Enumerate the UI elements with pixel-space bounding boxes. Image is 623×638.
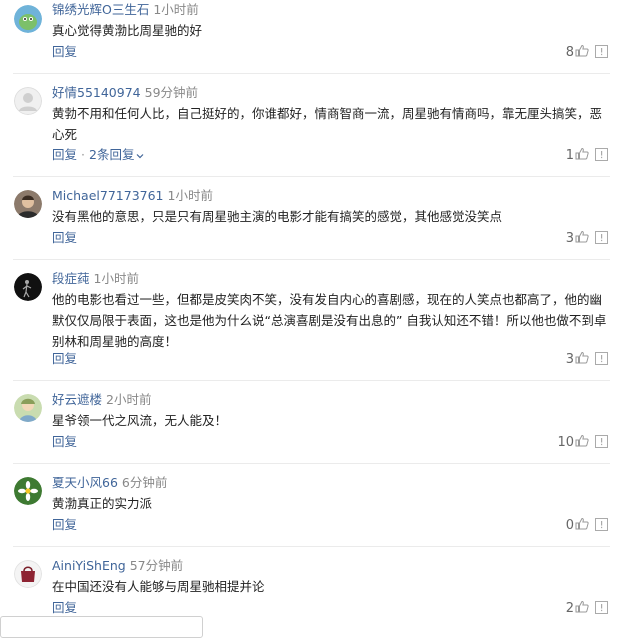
replies-count: 2条回复	[89, 147, 135, 162]
comment-actions: 回复	[52, 600, 77, 616]
avatar[interactable]	[14, 560, 42, 588]
avatar[interactable]	[14, 87, 42, 115]
like-count: 8	[565, 45, 574, 60]
divider	[13, 463, 610, 464]
expand-replies-button[interactable]: 2条回复	[89, 147, 144, 162]
like-count: 3	[565, 231, 574, 246]
like-button[interactable]: 10	[557, 434, 589, 451]
divider	[13, 73, 610, 74]
separator-dot: ·	[81, 147, 85, 162]
chevron-down-icon	[137, 153, 144, 158]
avatar[interactable]	[14, 394, 42, 422]
reply-button[interactable]: 回复	[52, 44, 77, 59]
report-icon[interactable]	[595, 45, 608, 58]
comment-meta: 段症莼 1小时前	[52, 271, 139, 287]
comment-meta: 好情55140974 59分钟前	[52, 85, 198, 101]
like-button[interactable]: 2	[566, 600, 589, 617]
comment-text: 黄渤真正的实力派	[52, 496, 153, 511]
reply-button[interactable]: 回复	[52, 600, 77, 615]
like-count: 0	[565, 518, 574, 533]
comment-actions: 回复 · 2条回复	[52, 147, 144, 163]
username[interactable]: 好云遮楼	[52, 392, 102, 407]
report-icon[interactable]	[595, 352, 608, 365]
thumbs-up-icon	[575, 44, 589, 57]
username[interactable]: 夏天小风66	[52, 475, 118, 490]
comment-meta: AiniYiShEng 57分钟前	[52, 558, 183, 574]
comment-text: 在中国还没有人能够与周星驰相提并论	[52, 579, 265, 594]
report-icon[interactable]	[595, 601, 608, 614]
comment-actions: 回复	[52, 517, 77, 533]
comment-text: 他的电影也看过一些，但都是皮笑肉不笑，没有发自内心的喜剧感，现在的人笑点也都高了…	[52, 292, 607, 349]
timestamp: 59分钟前	[144, 85, 199, 100]
report-icon[interactable]	[595, 148, 608, 161]
comment-text: 黄勃不用和任何人比，自己挺好的，你谁都好，情商智商一流，周星驰有情商吗，靠无厘头…	[52, 106, 603, 142]
like-button[interactable]: 3	[566, 351, 589, 368]
avatar[interactable]	[14, 477, 42, 505]
avatar[interactable]	[14, 5, 42, 33]
like-count: 1	[565, 148, 574, 163]
reply-button[interactable]: 回复	[52, 147, 77, 162]
like-button[interactable]: 3	[566, 230, 589, 247]
username[interactable]: 段症莼	[52, 271, 90, 286]
avatar[interactable]	[14, 190, 42, 218]
divider	[13, 380, 610, 381]
like-button[interactable]: 1	[566, 147, 589, 164]
thumbs-up-icon	[575, 434, 589, 447]
comment-actions: 回复	[52, 230, 77, 246]
timestamp: 1小时前	[153, 2, 199, 17]
report-icon[interactable]	[595, 231, 608, 244]
comment-text: 没有黑他的意思，只是只有周星驰主演的电影才能有搞笑的感觉，其他感觉没笑点	[52, 209, 503, 224]
like-count: 3	[565, 352, 574, 367]
username[interactable]: 好情55140974	[52, 85, 141, 100]
comment-meta: Michael77173761 1小时前	[52, 188, 213, 204]
thumbs-up-icon	[575, 517, 589, 530]
reply-button[interactable]: 回复	[52, 230, 77, 245]
thumbs-up-icon	[575, 600, 589, 613]
reply-button[interactable]: 回复	[52, 517, 77, 532]
like-count: 10	[557, 435, 574, 450]
comment-actions: 回复	[52, 434, 77, 450]
timestamp: 2小时前	[106, 392, 152, 407]
divider	[13, 546, 610, 547]
comment-actions: 回复	[52, 351, 77, 367]
report-icon[interactable]	[595, 518, 608, 531]
timestamp: 1小时前	[167, 188, 213, 203]
like-count: 2	[565, 601, 574, 616]
thumbs-up-icon	[575, 351, 589, 364]
report-icon[interactable]	[595, 435, 608, 448]
comment-meta: 好云遮楼 2小时前	[52, 392, 151, 408]
username[interactable]: Michael77173761	[52, 188, 164, 203]
thumbs-up-icon	[575, 147, 589, 160]
reply-button[interactable]: 回复	[52, 351, 77, 366]
comment-meta: 锦绣光辉O三生石 1小时前	[52, 2, 199, 18]
comment-meta: 夏天小风66 6分钟前	[52, 475, 167, 491]
timestamp: 57分钟前	[129, 558, 184, 573]
like-button[interactable]: 0	[566, 517, 589, 534]
comment-text: 星爷领一代之风流，无人能及！	[52, 413, 228, 428]
divider	[13, 176, 610, 177]
timestamp: 6分钟前	[121, 475, 168, 490]
divider	[13, 259, 610, 260]
comment-text: 真心觉得黄渤比周星驰的好	[52, 23, 203, 38]
thumbs-up-icon	[575, 230, 589, 243]
avatar[interactable]	[14, 273, 42, 301]
bottom-input-box[interactable]	[0, 616, 203, 638]
reply-button[interactable]: 回复	[52, 434, 77, 449]
username[interactable]: 锦绣光辉O三生石	[52, 2, 149, 17]
like-button[interactable]: 8	[566, 44, 589, 61]
comment-actions: 回复	[52, 44, 77, 60]
timestamp: 1小时前	[93, 271, 139, 286]
username[interactable]: AiniYiShEng	[52, 558, 126, 573]
